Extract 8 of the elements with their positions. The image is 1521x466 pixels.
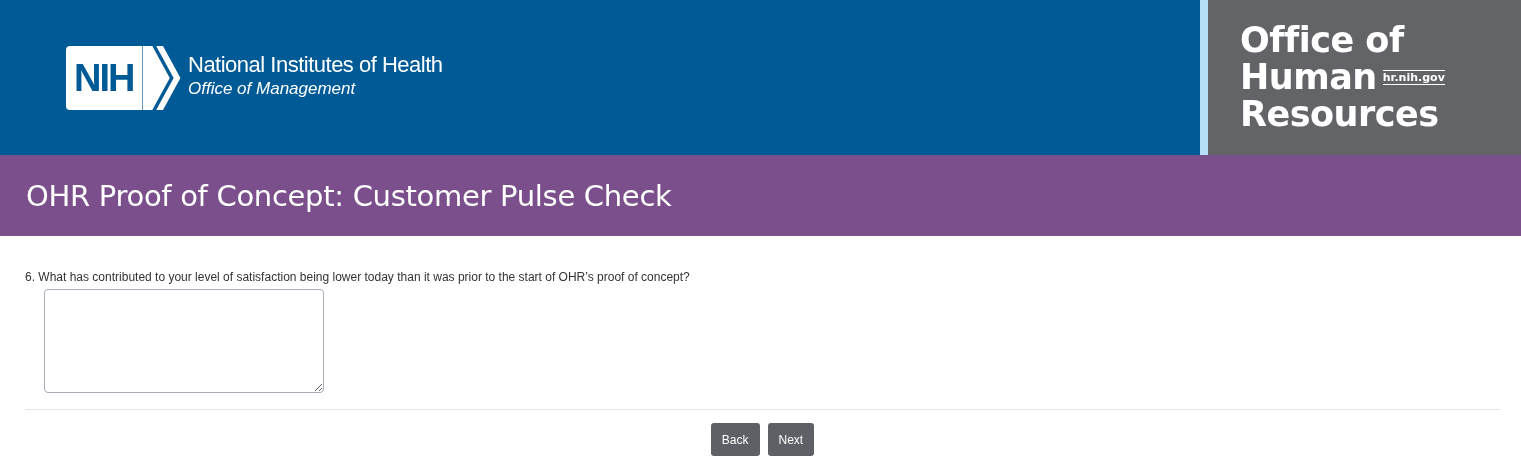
back-button[interactable]: Back (710, 423, 760, 456)
question-label: 6. What has contributed to your level of satisfaction being lower today than it was prior to the start of OHR’s proof of concept? (25, 270, 691, 284)
answer-box[interactable] (44, 289, 324, 393)
organization-subtitle: Office of Management (188, 79, 357, 99)
nih-logo-mark: NIH (66, 45, 182, 110)
next-button[interactable]: Next (767, 423, 815, 456)
page-title: OHR Proof of Concept: Customer Pulse Check (26, 178, 672, 213)
organization-name: National Institutes of Health (188, 52, 443, 78)
